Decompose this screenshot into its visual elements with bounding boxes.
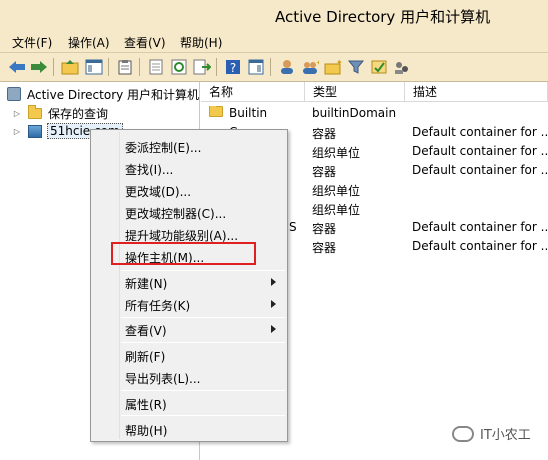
tree-root[interactable]: Active Directory 用户和计算机 — [7, 85, 199, 103]
tree-item-saved-queries[interactable]: ▷ 保存的查询 — [12, 104, 108, 122]
delegate-icon[interactable] — [392, 57, 412, 77]
console-tree-icon[interactable] — [84, 57, 104, 77]
menu-bar: 文件(F) 操作(A) 查看(V) 帮助(H) — [0, 31, 548, 53]
watermark: IT小农工 — [452, 424, 531, 443]
help-icon[interactable]: ? — [223, 57, 243, 77]
folder-icon — [28, 104, 42, 119]
new-group-icon[interactable]: ✦ — [300, 57, 320, 77]
domain-icon — [28, 124, 42, 138]
item-type: 容器 — [312, 165, 337, 179]
menu-item-all-tasks[interactable]: 所有任务(K) — [92, 293, 286, 315]
item-desc: Default container for ... — [412, 220, 548, 234]
submenu-arrow-icon — [271, 325, 276, 333]
svg-text:✦: ✦ — [316, 59, 319, 67]
menu-item-new[interactable]: 新建(N) — [92, 271, 286, 293]
list-item[interactable]: Builtin builtinDomain — [201, 104, 548, 123]
new-ou-icon[interactable]: ✦ — [323, 57, 343, 77]
show-hide-icon[interactable] — [246, 57, 266, 77]
chevron-right-icon[interactable]: ▷ — [12, 127, 22, 136]
filter-icon[interactable] — [346, 57, 366, 77]
item-type: 组织单位 — [312, 184, 361, 198]
forward-icon[interactable] — [29, 57, 49, 77]
chevron-right-icon[interactable]: ▷ — [12, 109, 22, 118]
item-desc: Default container for ... — [412, 239, 548, 253]
export-list-icon[interactable] — [192, 57, 212, 77]
menu-item-change-domain[interactable]: 更改域(D)... — [92, 179, 286, 201]
menu-item-find[interactable]: 查找(I)... — [92, 157, 286, 179]
tree-item-label: 保存的查询 — [48, 106, 109, 121]
tree-root-label: Active Directory 用户和计算机 — [27, 87, 200, 102]
menu-file[interactable]: 文件(F) — [12, 34, 52, 51]
context-menu: 委派控制(E)... 查找(I)... 更改域(D)... 更改域控制器(C).… — [90, 129, 288, 442]
add-to-group-icon[interactable] — [369, 57, 389, 77]
window-title: Active Directory 用户和计算机 — [275, 8, 491, 26]
column-header-description[interactable]: 描述 — [405, 82, 548, 102]
menu-help[interactable]: 帮助(H) — [180, 34, 222, 51]
menu-action[interactable]: 操作(A) — [68, 34, 110, 51]
menu-item-help[interactable]: 帮助(H) — [92, 418, 286, 440]
menu-item-refresh[interactable]: 刷新(F) — [92, 344, 286, 366]
menu-item-export-list[interactable]: 导出列表(L)... — [92, 366, 286, 388]
svg-text:?: ? — [230, 61, 236, 75]
up-folder-icon[interactable] — [60, 57, 80, 77]
column-header-type[interactable]: 类型 — [305, 82, 405, 102]
users-icon[interactable] — [277, 57, 297, 77]
item-type: 组织单位 — [312, 203, 361, 217]
submenu-arrow-icon — [271, 300, 276, 308]
menu-item-delegate-control[interactable]: 委派控制(E)... — [92, 135, 286, 157]
clipboard-icon[interactable] — [115, 57, 135, 77]
item-type: 组织单位 — [312, 146, 361, 160]
item-type: builtinDomain — [312, 106, 397, 120]
submenu-arrow-icon — [271, 278, 276, 286]
back-icon[interactable] — [7, 57, 27, 77]
refresh-icon[interactable] — [169, 57, 189, 77]
title-bar: Active Directory 用户和计算机 — [0, 0, 548, 31]
item-desc: Default container for ... — [412, 144, 548, 158]
properties-icon[interactable] — [146, 57, 166, 77]
wechat-icon — [452, 425, 474, 442]
column-header-name[interactable]: 名称 — [201, 82, 305, 102]
item-type: 容器 — [312, 241, 337, 255]
item-name: S — [289, 220, 297, 234]
item-desc: Default container for ... — [412, 125, 548, 139]
watermark-text: IT小农工 — [480, 428, 531, 443]
toolbar: ? ✦ ✦ — [0, 53, 548, 82]
folder-icon — [209, 106, 223, 117]
menu-item-change-dc[interactable]: 更改域控制器(C)... — [92, 201, 286, 223]
item-type: 容器 — [312, 222, 337, 236]
menu-view[interactable]: 查看(V) — [124, 34, 166, 51]
menu-item-view[interactable]: 查看(V) — [92, 318, 286, 340]
svg-text:✦: ✦ — [336, 59, 342, 67]
item-name: Builtin — [229, 106, 268, 120]
ad-users-computers-icon — [7, 87, 21, 101]
item-type: 容器 — [312, 127, 337, 141]
item-desc: Default container for ... — [412, 163, 548, 177]
annotation-highlight-box — [111, 242, 256, 265]
menu-item-properties[interactable]: 属性(R) — [92, 392, 286, 414]
